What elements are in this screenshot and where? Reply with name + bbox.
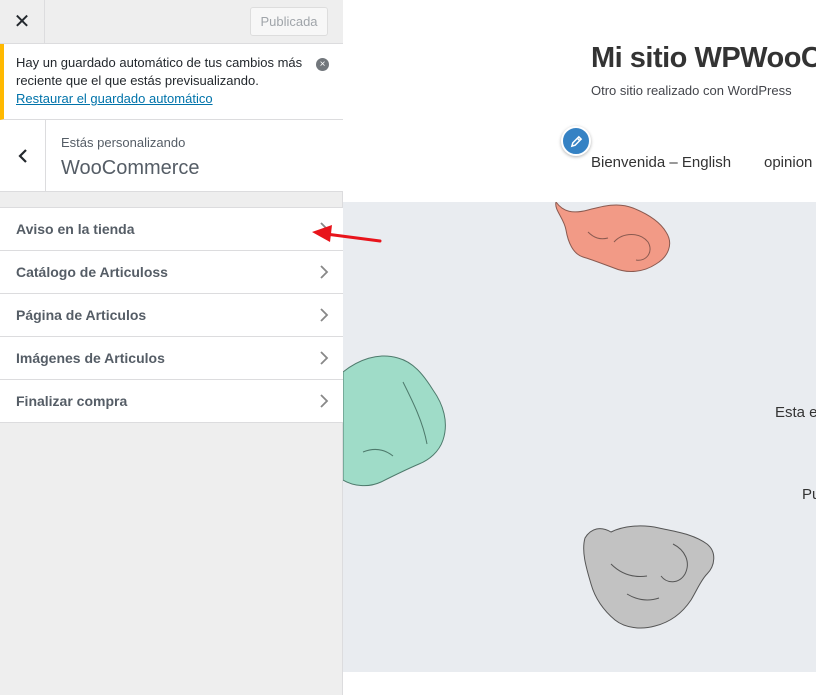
menu-item-product-catalog[interactable]: Catálogo de Articuloss xyxy=(0,251,343,294)
menu-item-product-page[interactable]: Página de Articulos xyxy=(0,294,343,337)
pencil-icon xyxy=(570,135,582,147)
menu-item-label: Catálogo de Articuloss xyxy=(16,264,168,280)
edit-menu-shortcut[interactable] xyxy=(561,126,591,156)
chevron-right-icon xyxy=(320,394,329,408)
site-tagline: Otro sitio realizado con WordPress xyxy=(591,83,792,98)
publish-button[interactable]: Publicada xyxy=(250,7,328,36)
site-title[interactable]: Mi sitio WPWooCo xyxy=(591,42,816,75)
customizer-header: ✕ Publicada xyxy=(0,0,343,44)
menu-item-label: Finalizar compra xyxy=(16,393,128,409)
close-customizer-button[interactable]: ✕ xyxy=(0,0,45,43)
menu-item-label: Imágenes de Articulos xyxy=(16,350,165,366)
hero-banner: Esta e Pu xyxy=(343,202,816,672)
back-button[interactable] xyxy=(0,120,46,191)
restore-autosave-link[interactable]: Restaurar el guardado automático xyxy=(16,91,213,106)
customizing-label: Estás personalizando xyxy=(61,135,186,150)
section-menu: Aviso en la tienda Catálogo de Articulos… xyxy=(0,207,343,423)
customizer-sidebar: ✕ Publicada Hay un guardado automático d… xyxy=(0,0,343,695)
chevron-left-icon xyxy=(17,148,27,163)
pink-hoodie-image xyxy=(555,202,671,272)
hero-text-line-2: Pu xyxy=(802,486,816,503)
menu-item-label: Aviso en la tienda xyxy=(16,221,135,237)
section-header: Estás personalizando WooCommerce xyxy=(0,120,343,192)
site-preview: Mi sitio WPWooCo Otro sitio realizado co… xyxy=(343,0,816,695)
dismiss-notice-icon[interactable]: × xyxy=(316,58,329,71)
gray-hoodie-image xyxy=(583,525,715,629)
autosave-notice-text: Hay un guardado automático de tus cambio… xyxy=(16,55,303,88)
nav-link-bienvenida[interactable]: Bienvenida – English xyxy=(591,154,731,171)
chevron-right-icon xyxy=(320,265,329,279)
nav-link-opinion[interactable]: opinion xyxy=(764,154,812,171)
menu-item-product-images[interactable]: Imágenes de Articulos xyxy=(0,337,343,380)
section-title: WooCommerce xyxy=(61,157,200,179)
close-icon: ✕ xyxy=(13,11,31,33)
red-arrow-annotation xyxy=(312,225,382,243)
autosave-notice: Hay un guardado automático de tus cambio… xyxy=(0,44,343,120)
menu-item-store-notice[interactable]: Aviso en la tienda xyxy=(0,208,343,251)
chevron-right-icon xyxy=(320,351,329,365)
mint-hoodie-image xyxy=(343,355,446,487)
menu-item-label: Página de Articulos xyxy=(16,307,147,323)
hero-text-line-1: Esta e xyxy=(775,404,816,421)
menu-item-checkout[interactable]: Finalizar compra xyxy=(0,380,343,423)
chevron-right-icon xyxy=(320,308,329,322)
